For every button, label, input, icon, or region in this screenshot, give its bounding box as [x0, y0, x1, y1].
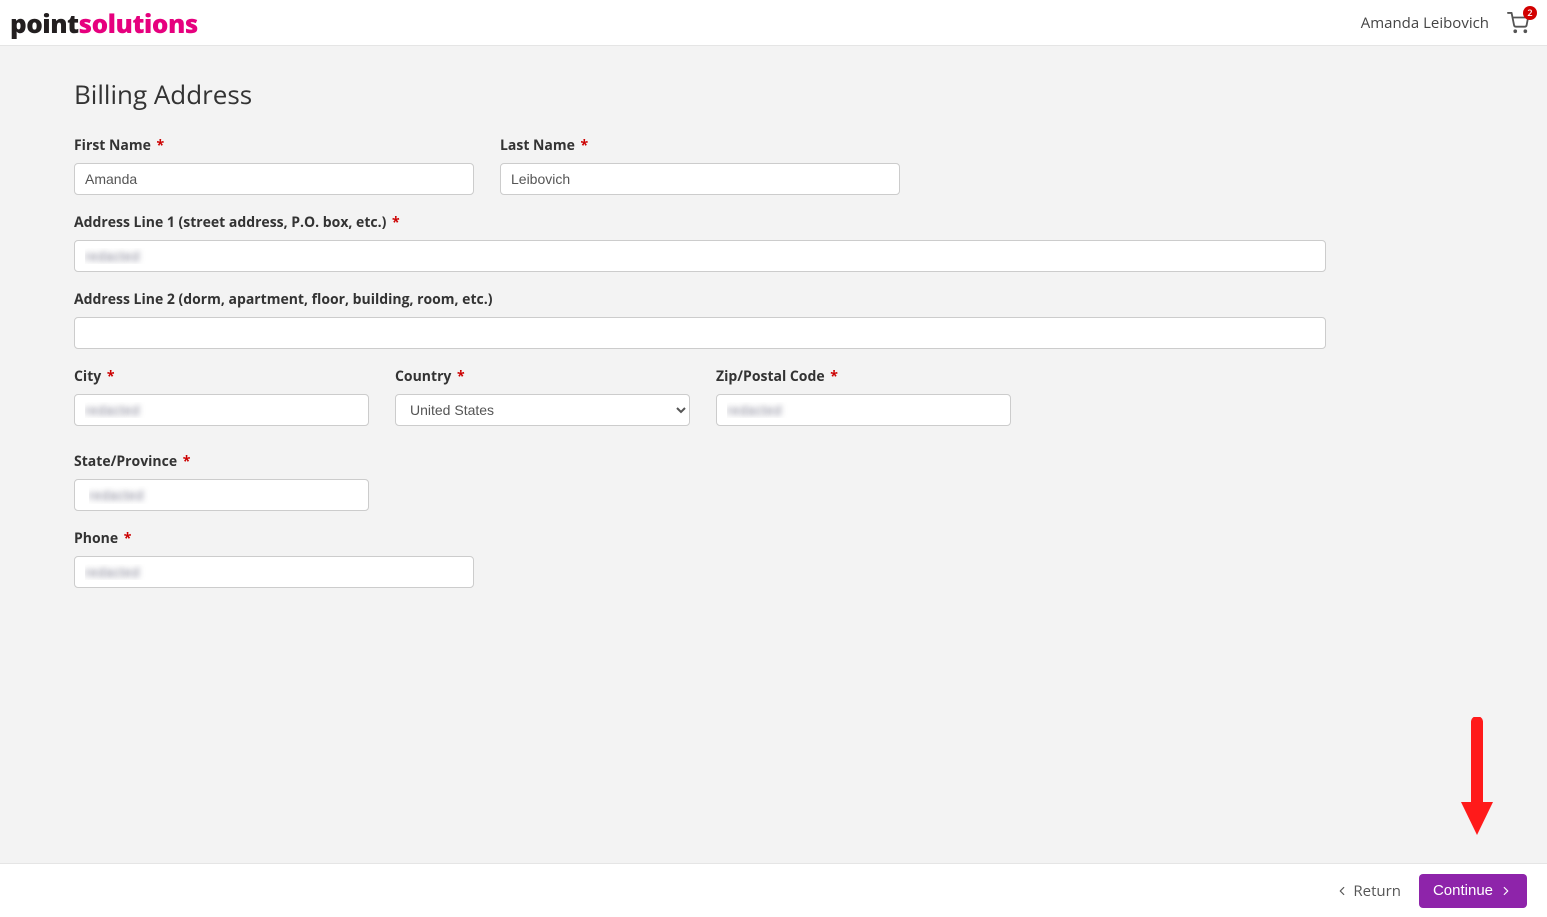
label-zip: Zip/Postal Code * [716, 367, 1011, 386]
return-button[interactable]: Return [1335, 881, 1401, 901]
input-address1[interactable] [74, 240, 1326, 272]
logo[interactable]: pointsolutions [10, 5, 198, 41]
logo-text-1: point [10, 5, 79, 41]
return-label: Return [1353, 881, 1401, 901]
label-state: State/Province * [74, 452, 369, 471]
continue-label: Continue [1433, 882, 1493, 899]
label-address1: Address Line 1 (street address, P.O. box… [74, 213, 1326, 232]
user-menu[interactable]: Amanda Leibovich [1361, 13, 1489, 33]
cart-button[interactable]: 2 [1507, 12, 1529, 34]
field-first-name: First Name * [74, 136, 474, 195]
field-last-name: Last Name * [500, 136, 900, 195]
input-last-name[interactable] [500, 163, 900, 195]
label-city: City * [74, 367, 369, 386]
input-zip[interactable] [716, 394, 1011, 426]
cart-badge: 2 [1523, 6, 1537, 20]
label-phone: Phone * [74, 529, 474, 548]
main-scroll-area[interactable]: Billing Address First Name * Last Name *… [0, 46, 1547, 863]
input-address2[interactable] [74, 317, 1326, 349]
field-state: State/Province * redacted [74, 452, 369, 511]
chevron-right-icon [1499, 884, 1513, 898]
field-zip: Zip/Postal Code * [716, 367, 1011, 426]
label-last-name: Last Name * [500, 136, 900, 155]
input-first-name[interactable] [74, 163, 474, 195]
logo-text-2: solutions [79, 5, 198, 41]
input-phone[interactable] [74, 556, 474, 588]
top-bar: pointsolutions Amanda Leibovich 2 [0, 0, 1547, 46]
label-address2: Address Line 2 (dorm, apartment, floor, … [74, 290, 1326, 309]
label-country: Country * [395, 367, 690, 386]
field-phone: Phone * [74, 529, 474, 588]
chevron-left-icon [1335, 884, 1349, 898]
select-state[interactable]: redacted [74, 479, 369, 511]
field-country: Country * United States [395, 367, 690, 426]
page-title: Billing Address [74, 76, 1326, 112]
form-container: Billing Address First Name * Last Name *… [0, 46, 1400, 666]
continue-button[interactable]: Continue [1419, 874, 1527, 908]
input-city[interactable] [74, 394, 369, 426]
select-country[interactable]: United States [395, 394, 690, 426]
field-address1: Address Line 1 (street address, P.O. box… [74, 213, 1326, 272]
field-address2: Address Line 2 (dorm, apartment, floor, … [74, 290, 1326, 349]
label-first-name: First Name * [74, 136, 474, 155]
footer-bar: Return Continue [0, 863, 1547, 917]
field-city: City * [74, 367, 369, 426]
